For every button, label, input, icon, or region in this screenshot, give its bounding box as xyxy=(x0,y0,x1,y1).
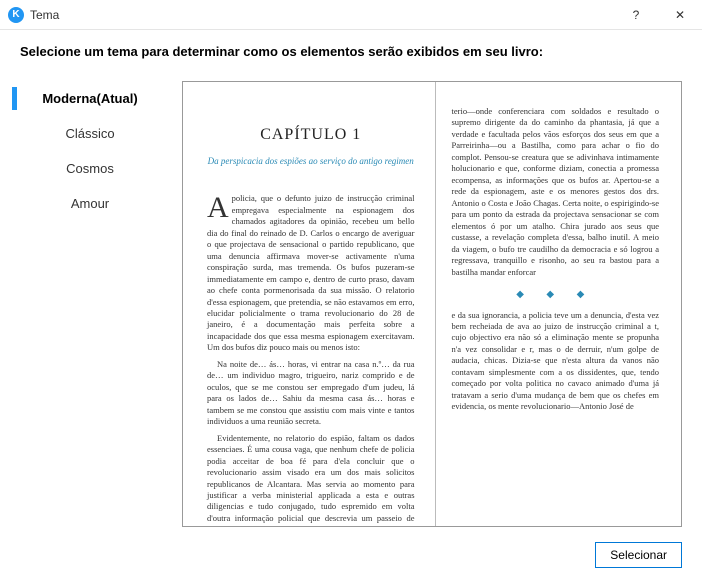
preview-page-left: CAPÍTULO 1 Da perspicacia dos espiões ao… xyxy=(183,82,435,526)
window-title: Tema xyxy=(30,8,614,22)
preview-paragraph: e da sua ignorancia, a policia teve um a… xyxy=(452,310,660,413)
preview-paragraph: terio—onde conferenciara com soldados e … xyxy=(452,106,660,278)
chapter-subtitle: Da perspicacia dos espiões ao serviço do… xyxy=(207,156,415,168)
chapter-title: CAPÍTULO 1 xyxy=(207,124,415,146)
preview-page-right: terio—onde conferenciara com soldados e … xyxy=(436,82,682,526)
theme-preview: CAPÍTULO 1 Da perspicacia dos espiões ao… xyxy=(182,81,682,527)
theme-item-cosmos[interactable]: Cosmos xyxy=(20,151,160,186)
content-area: Moderna(Atual) Clássico Cosmos Amour CAP… xyxy=(0,67,702,527)
preview-paragraph: Evidentemente, no relatorio do espião, f… xyxy=(207,433,415,527)
paragraph-text: policia, que o defunto juizo de instrucç… xyxy=(207,193,415,352)
section-separator-icon: ◆ ◆ ◆ xyxy=(452,288,660,302)
titlebar: K Tema ? ✕ xyxy=(0,0,702,30)
instruction-text: Selecione um tema para determinar como o… xyxy=(0,30,702,67)
dropcap: A xyxy=(207,193,232,221)
close-button[interactable]: ✕ xyxy=(658,0,702,30)
help-button[interactable]: ? xyxy=(614,0,658,30)
preview-paragraph: Na noite de… ás… horas, vi entrar na cas… xyxy=(207,359,415,428)
theme-item-classico[interactable]: Clássico xyxy=(20,116,160,151)
app-icon: K xyxy=(8,7,24,23)
theme-item-amour[interactable]: Amour xyxy=(20,186,160,221)
select-button[interactable]: Selecionar xyxy=(595,542,682,568)
theme-sidebar: Moderna(Atual) Clássico Cosmos Amour xyxy=(20,81,160,527)
dialog-footer: Selecionar xyxy=(595,542,682,568)
theme-item-moderna[interactable]: Moderna(Atual) xyxy=(20,81,160,116)
preview-paragraph: Apolicia, que o defunto juizo de instruc… xyxy=(207,193,415,354)
